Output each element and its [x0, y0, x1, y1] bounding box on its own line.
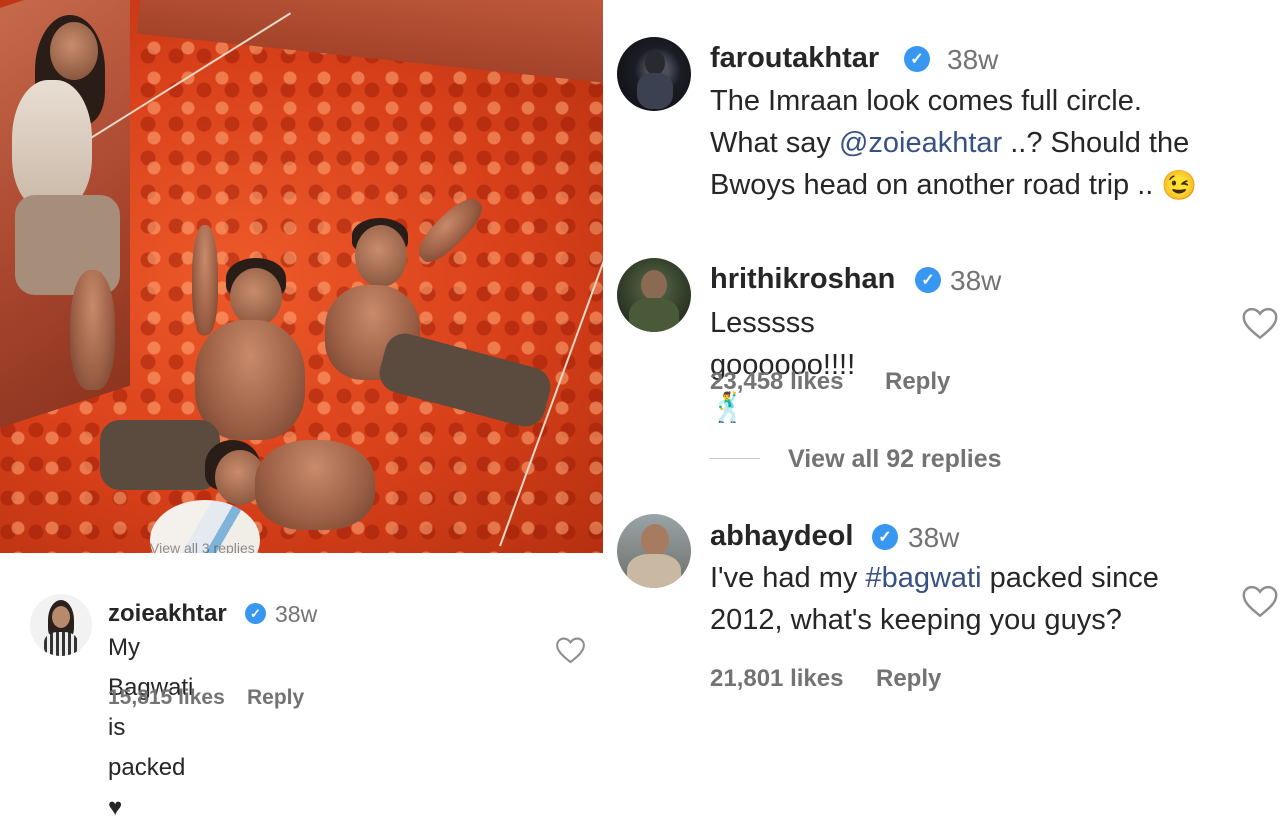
verified-badge-icon: ✓ [904, 46, 930, 72]
reply-button[interactable]: Reply [876, 665, 941, 693]
person [255, 440, 375, 530]
comment-text: The Imraan look comes full circle. What … [710, 80, 1270, 207]
rope [499, 150, 603, 547]
comment-time: 38w [947, 44, 999, 75]
heart-outline-icon[interactable] [1241, 306, 1279, 340]
username[interactable]: zoieakhtar [108, 600, 227, 628]
person-head [50, 22, 98, 80]
comment-text: Lesssss goooooo!!!! 🕺 [710, 302, 855, 429]
reply-button[interactable]: Reply [885, 368, 950, 396]
comment-text-line: What say @zoieakhtar ..? Should the [710, 127, 1190, 159]
comment-text-line: 2012, what's keeping you guys? [710, 604, 1122, 636]
username[interactable]: abhaydeol [710, 520, 853, 553]
comment-text: My Bagwati is packed ♥ [108, 634, 194, 821]
verified-badge-icon: ✓ [872, 524, 898, 550]
hashtag-link[interactable]: #bagwati [865, 562, 981, 594]
post-photo: View all 3 replies [0, 0, 603, 553]
avatar[interactable] [30, 594, 92, 656]
username[interactable]: faroutakhtar [710, 42, 879, 75]
truck-wall-top [136, 0, 603, 86]
like-count[interactable]: 23,458 likes [710, 368, 843, 396]
verified-badge-icon: ✓ [245, 603, 266, 624]
avatar[interactable] [617, 514, 691, 588]
avatar[interactable] [617, 258, 691, 332]
comment-time: 38w [908, 522, 960, 553]
comment-time: 38w [275, 601, 318, 627]
person-head [355, 225, 407, 287]
avatar[interactable] [617, 37, 691, 111]
person [195, 320, 305, 440]
heart-outline-icon[interactable] [555, 636, 586, 664]
like-count[interactable]: 15,815 likes [108, 686, 225, 710]
overlay-text: View all 3 replies [150, 540, 255, 553]
comment-text-line: The Imraan look comes full circle. [710, 85, 1142, 117]
verified-badge-icon: ✓ [915, 267, 941, 293]
heart-outline-icon[interactable] [1241, 584, 1279, 618]
comment-text-line: Bwoys head on another road trip .. 😉 [710, 164, 1270, 207]
comment-text: I've had my #bagwati packed since 2012, … [710, 557, 1230, 641]
person [12, 80, 92, 210]
replies-divider [710, 458, 760, 459]
comment-time: 38w [950, 265, 1002, 296]
comment-text-line: I've had my #bagwati packed since [710, 562, 1159, 594]
person-head [230, 268, 282, 326]
mention-link[interactable]: @zoieakhtar [839, 127, 1002, 159]
reply-button[interactable]: Reply [247, 686, 304, 710]
like-count[interactable]: 21,801 likes [710, 665, 843, 693]
view-replies-button[interactable]: View all 92 replies [788, 445, 1002, 474]
username[interactable]: hrithikroshan [710, 263, 895, 296]
wink-emoji-icon: 😉 [1161, 170, 1198, 203]
